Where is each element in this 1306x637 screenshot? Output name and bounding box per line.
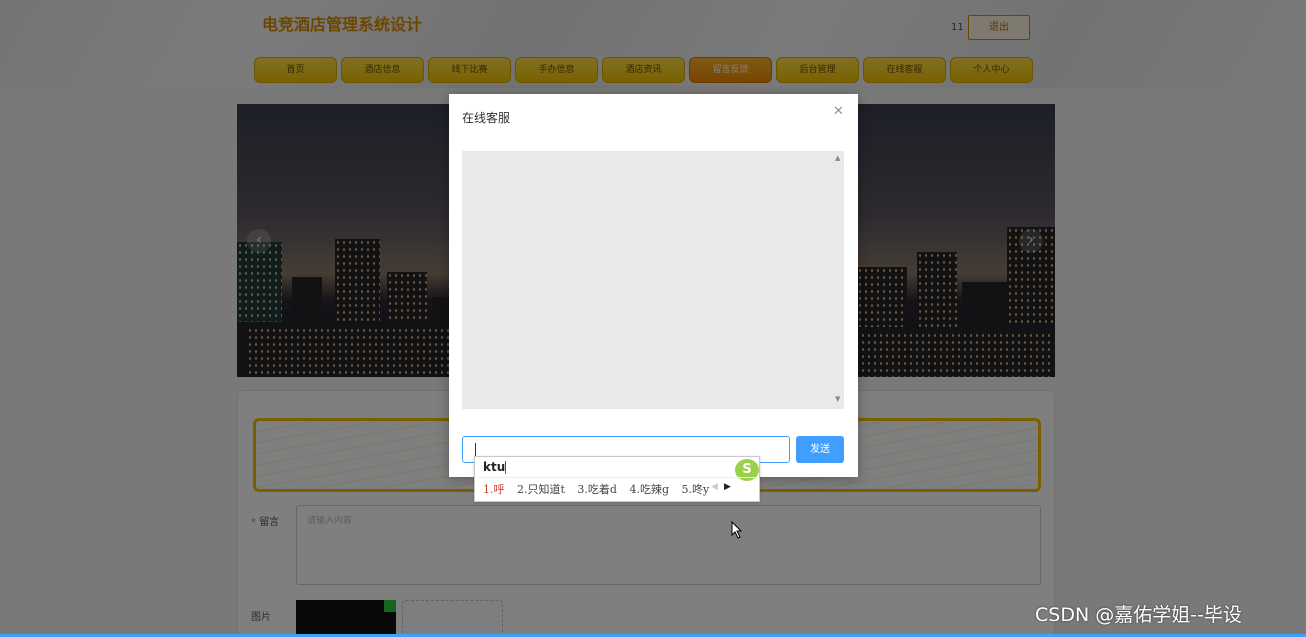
ime-candidate-5[interactable]: 5.咚y [682,483,710,496]
text-caret [475,443,476,457]
send-button[interactable]: 发送 [796,436,844,463]
ime-candidate-window: ktu S 1.呼 2.只知道t 3.吃着d 4.吃辣g 5.咚y ◀ ▶ [474,456,760,502]
ime-prev-page-icon[interactable]: ◀ [711,482,718,492]
ime-next-page-icon[interactable]: ▶ [724,482,731,492]
dialog-title: 在线客服 [462,111,511,125]
scroll-up-icon[interactable]: ▲ [835,154,840,162]
close-icon[interactable]: ✕ [833,104,844,119]
ime-candidate-1[interactable]: 1.呼 [483,483,505,496]
ime-candidates: 1.呼 2.只知道t 3.吃着d 4.吃辣g 5.咚y [483,481,718,497]
chat-message-area[interactable]: ▲ ▼ [462,151,844,409]
ime-candidate-4[interactable]: 4.吃辣g [629,483,669,496]
watermark-text: CSDN @嘉佑学姐--毕设 [1035,604,1242,626]
ime-composition: ktu [483,460,507,474]
ime-candidate-2[interactable]: 2.只知道t [517,483,565,496]
online-service-dialog: 在线客服 ✕ ▲ ▼ 发送 [449,94,858,477]
ime-candidate-3[interactable]: 3.吃着d [577,483,617,496]
scroll-down-icon[interactable]: ▼ [835,395,840,403]
